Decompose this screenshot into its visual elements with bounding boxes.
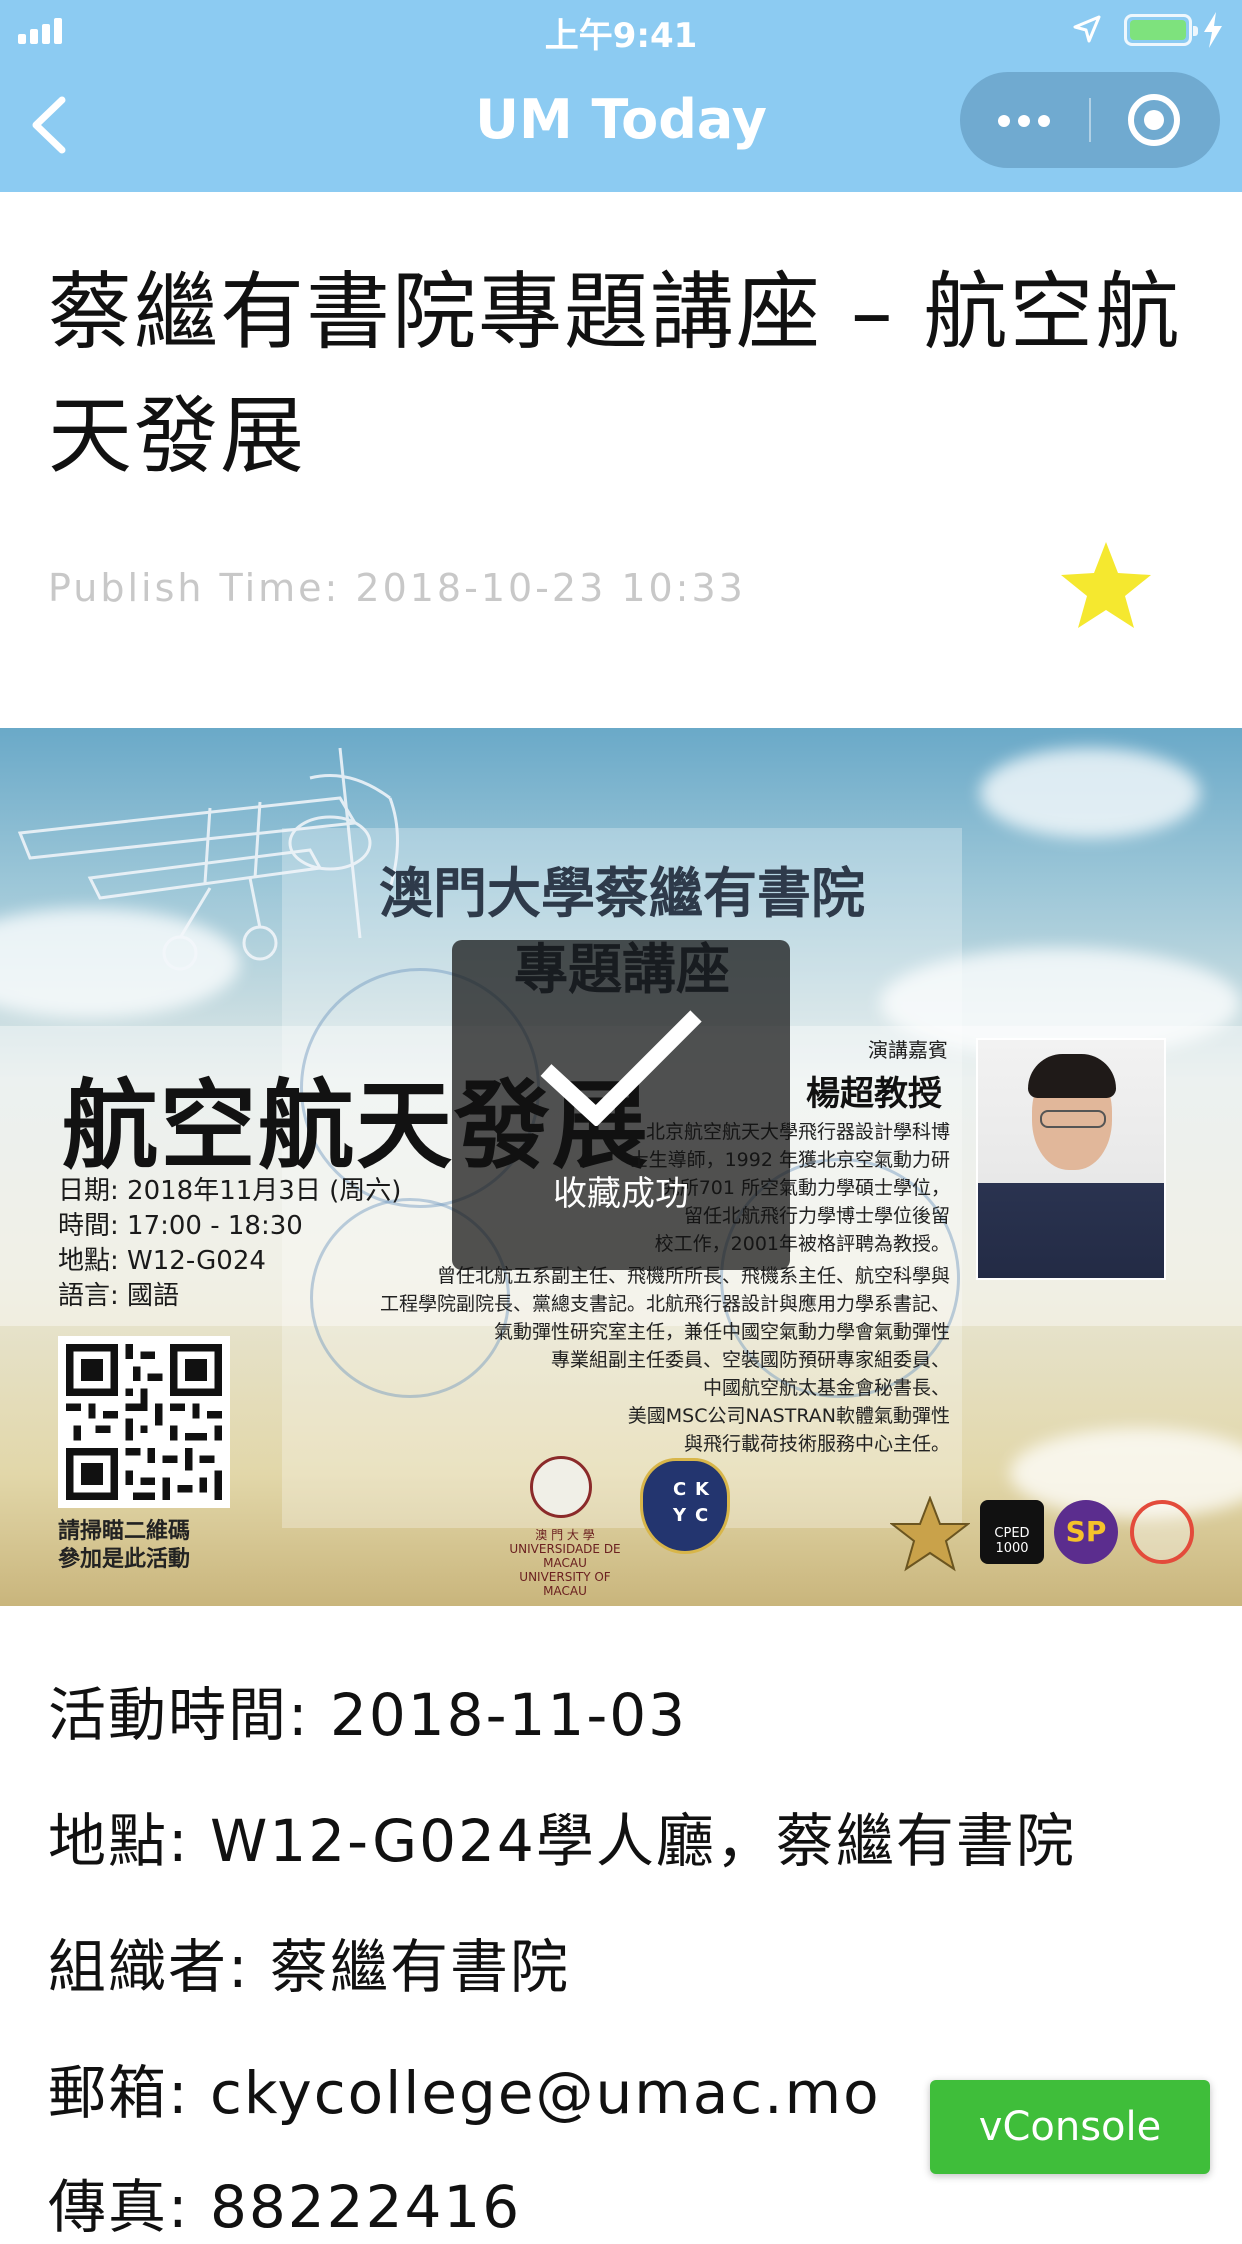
- toast: 收藏成功: [452, 940, 790, 1270]
- status-time: 上午9:41: [544, 16, 698, 56]
- cky-letter: C: [695, 1505, 709, 1526]
- poster-info-time: 時間: 17:00 - 18:30: [58, 1211, 303, 1241]
- detail-email[interactable]: 郵箱: ckycollege@umac.mo: [48, 2046, 881, 2130]
- charging-bolt-icon: [1204, 12, 1222, 48]
- poster-bio-line: 氣動彈性研究室主任，兼任中國空氣動力學會氣動彈性: [493, 1321, 950, 1343]
- poster-header-line1: 澳門大學蔡繼有書院: [379, 862, 865, 925]
- cky-letter: Y: [673, 1505, 687, 1526]
- sponsor-sp-logo: SP: [1054, 1500, 1118, 1564]
- poster-speaker-label: 演講嘉賓: [868, 1038, 948, 1062]
- poster-bio-line: 專業組副主任委員、空裝國防預研專家組委員、: [550, 1349, 950, 1371]
- cky-college-logo: C K Y C: [640, 1458, 730, 1554]
- vconsole-button[interactable]: vConsole: [930, 2080, 1210, 2174]
- qr-caption-line: 請掃瞄二維碼: [58, 1519, 191, 1544]
- detail-organizer: 組織者: 蔡繼有書院: [48, 1933, 570, 2001]
- battery-icon: [1124, 14, 1198, 46]
- toast-text: 收藏成功: [553, 1174, 689, 1214]
- cky-letter: K: [695, 1479, 709, 1500]
- sponsor-cped-logo: CPED 1000: [980, 1500, 1044, 1564]
- star-icon[interactable]: [1058, 540, 1154, 630]
- detail-fax: 傳真: 88222416: [48, 2173, 522, 2241]
- speaker-photo: [976, 1038, 1166, 1280]
- qr-caption-line: 參加是此活動: [58, 1547, 191, 1572]
- poster-info-date: 日期: 2018年11月3日 (周六): [58, 1176, 402, 1206]
- um-logo-text: 澳 門 大 學 UNIVERSIDADE DE MACAU UNIVERSITY…: [500, 1528, 630, 1598]
- sponsor-cped-text: CPED 1000: [994, 1526, 1030, 1556]
- sponsor-person-logo: [1130, 1500, 1194, 1564]
- poster-bio-line: 工程學院副院長、黨總支書記。北航飛行器設計與應用力學系書記、: [379, 1293, 950, 1315]
- detail-time: 活動時間: 2018-11-03: [48, 1681, 688, 1749]
- detail-place: 地點: W12-G024學人廳，蔡繼有書院: [48, 1807, 1076, 1875]
- capsule-menu: [960, 72, 1220, 168]
- um-logo-text-line: UNIVERSIDADE DE MACAU: [509, 1542, 621, 1570]
- publish-time: Publish Time: 2018-10-23 10:33: [48, 566, 746, 610]
- poster-bio-line: 與飛行載荷技術服務中心主任。: [683, 1433, 950, 1455]
- qr-caption: 請掃瞄二維碼 參加是此活動: [58, 1518, 190, 1574]
- more-dots-icon[interactable]: [960, 72, 1089, 168]
- sponsor-sp-text: SP: [1065, 1515, 1107, 1548]
- poster-bio-line: 中國航空航太基金會秘書長、: [702, 1377, 950, 1399]
- um-logo-text-line: UNIVERSITY OF MACAU: [519, 1570, 611, 1598]
- check-icon: [540, 1010, 702, 1126]
- sponsor-star-badge: [890, 1496, 970, 1572]
- cky-letter: C: [673, 1479, 687, 1500]
- poster-bio-bottom: 曾任北航五系副主任、飛機所所長、飛機系主任、航空科學與 工程學院副院長、黨總支書…: [300, 1262, 950, 1458]
- qr-code-icon: [58, 1336, 230, 1508]
- um-logo: [530, 1456, 592, 1518]
- um-logo-text-line: 澳 門 大 學: [535, 1528, 595, 1542]
- article-title: 蔡繼有書院專題講座 – 航空航天發展: [48, 263, 1182, 485]
- top-bar: 上午9:41 UM Today: [0, 0, 1242, 192]
- location-arrow-icon: [1073, 15, 1101, 43]
- poster-speaker-name: 楊超教授: [806, 1074, 942, 1114]
- status-bar: 上午9:41: [0, 0, 1242, 60]
- close-target-icon[interactable]: [1091, 72, 1220, 168]
- poster-bio-line: 美國MSC公司NASTRAN軟體氣動彈性: [627, 1405, 950, 1427]
